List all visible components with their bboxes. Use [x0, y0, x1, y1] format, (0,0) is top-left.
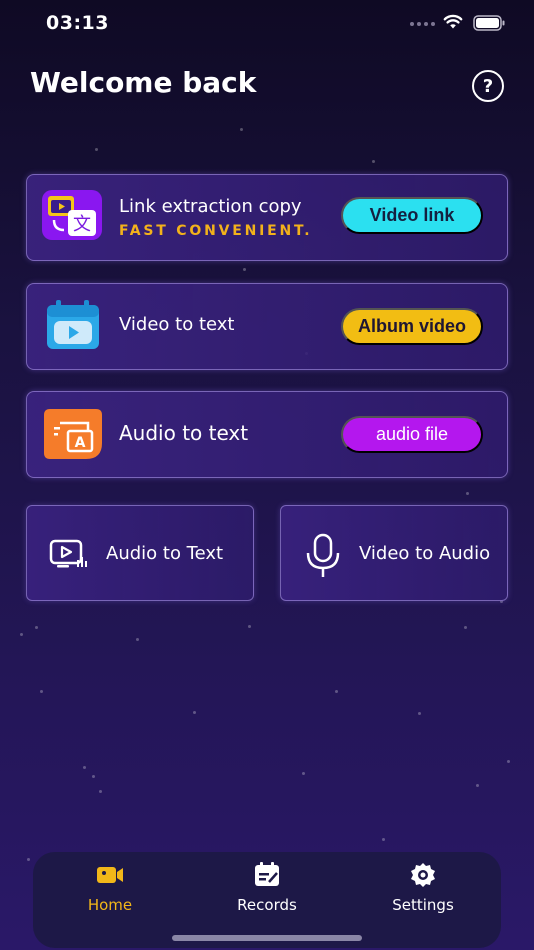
audio-text-icon: A: [44, 409, 102, 459]
home-indicator: [172, 935, 362, 941]
tab-label: Home: [87, 896, 133, 914]
card-subtitle: FAST CONVENIENT.: [119, 223, 313, 239]
microphone-icon: [306, 533, 340, 577]
audio-to-text-small-card[interactable]: Audio to Text: [26, 505, 254, 601]
link-translate-icon: 文: [42, 190, 102, 240]
wifi-icon: [443, 14, 463, 29]
link-extraction-card[interactable]: 文 Link extraction copy FAST CONVENIENT. …: [26, 174, 508, 261]
small-card-label: Video to Audio: [359, 543, 491, 564]
video-to-audio-small-card[interactable]: Video to Audio: [280, 505, 508, 601]
question-mark-icon: ?: [482, 75, 494, 97]
tab-records[interactable]: Records: [197, 852, 337, 922]
tab-label: Records: [237, 896, 297, 914]
card-title: Audio to text: [119, 421, 249, 445]
video-camera-icon: [97, 867, 123, 883]
small-card-label: Audio to Text: [106, 543, 224, 564]
audio-file-button[interactable]: audio file: [341, 416, 483, 453]
video-to-text-card[interactable]: Video to text Album video: [26, 283, 508, 370]
gear-icon: [411, 863, 435, 887]
audio-to-text-card[interactable]: A Audio to text audio file: [26, 391, 508, 478]
svg-text:文: 文: [73, 214, 91, 235]
tab-bar: Home Records Settings: [33, 852, 501, 948]
svg-text:A: A: [75, 435, 86, 451]
tab-settings[interactable]: Settings: [353, 852, 493, 922]
card-title: Video to text: [119, 314, 235, 335]
signal-dots-icon: [410, 22, 435, 26]
status-bar: 03:13: [0, 0, 534, 48]
page-title: Welcome back: [30, 66, 257, 99]
tab-label: Settings: [392, 896, 454, 914]
status-time: 03:13: [46, 12, 109, 34]
clipboard-icon: [255, 862, 279, 886]
card-title: Link extraction copy: [119, 196, 302, 217]
battery-icon: [473, 15, 505, 31]
album-video-button[interactable]: Album video: [341, 308, 483, 345]
screen-audio-icon: [49, 539, 87, 568]
video-link-button[interactable]: Video link: [341, 197, 483, 234]
tab-home[interactable]: Home: [40, 852, 180, 922]
video-player-icon: [47, 300, 99, 349]
help-button[interactable]: ?: [472, 70, 504, 102]
